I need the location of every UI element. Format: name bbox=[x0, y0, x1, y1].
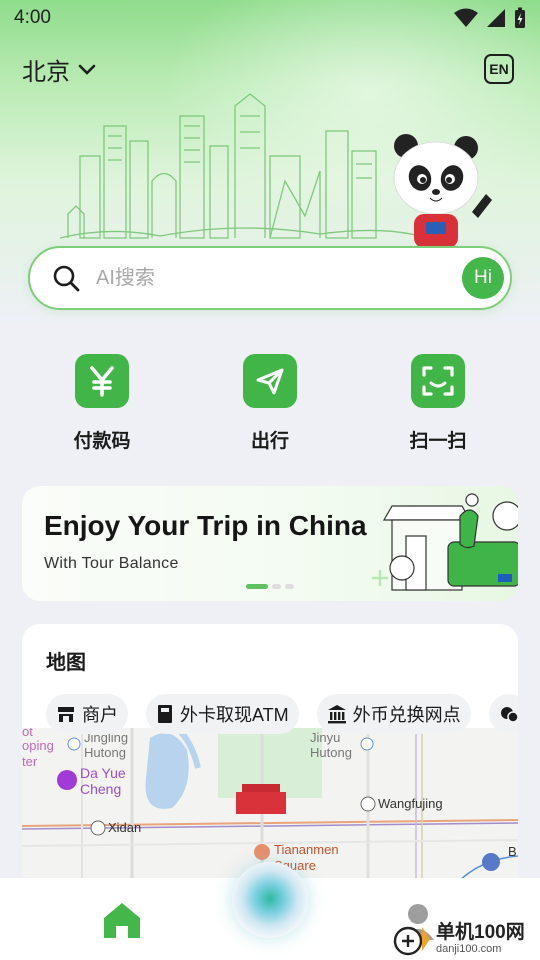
home-icon[interactable] bbox=[100, 900, 144, 940]
chip-atm[interactable]: 外卡取现ATM bbox=[146, 694, 299, 734]
atm-card-icon bbox=[158, 705, 172, 723]
watermark: 单机100网 danji100.com bbox=[392, 918, 540, 960]
coins-icon bbox=[500, 707, 518, 723]
scan-button[interactable]: 扫一扫 bbox=[404, 354, 472, 453]
ai-search-bar[interactable]: Hi bbox=[28, 246, 512, 310]
city-skyline-illustration bbox=[60, 93, 420, 239]
travel-button[interactable]: 出行 bbox=[236, 354, 304, 453]
payment-code-label: 付款码 bbox=[73, 431, 131, 452]
bank-icon bbox=[327, 705, 346, 724]
chip-merchants[interactable]: 商户 bbox=[46, 694, 128, 734]
watermark-logo bbox=[393, 926, 430, 956]
status-icons bbox=[454, 7, 526, 29]
chip-currency-exchange[interactable]: 外币兑换网点 bbox=[316, 694, 471, 734]
city-name: 北京 bbox=[22, 59, 70, 86]
map-card: 地图 Jingling Hutong ot oping ter Da Yue C… bbox=[22, 624, 518, 894]
map-label-jingling-hutong-2: Hutong bbox=[84, 745, 126, 760]
map-label-shopping-center-2: oping bbox=[22, 738, 54, 753]
chip-merchants-label: 商户 bbox=[82, 705, 118, 725]
status-time: 4:00 bbox=[14, 7, 51, 28]
banner-title: Enjoy Your Trip in China bbox=[44, 510, 367, 541]
city-selector[interactable]: 北京 bbox=[22, 52, 96, 87]
chevron-down-icon bbox=[78, 64, 96, 75]
banner-dot-active bbox=[246, 584, 268, 589]
travel-shop-illustration bbox=[372, 493, 518, 591]
signal-icon bbox=[487, 9, 505, 27]
chip-atm-label: 外卡取现ATM bbox=[180, 705, 289, 725]
chip-more[interactable] bbox=[488, 694, 518, 734]
panda-mascot-illustration bbox=[393, 134, 492, 248]
map-label-right-edge: B bbox=[508, 844, 517, 859]
map-label-xidan: Xidan bbox=[108, 820, 141, 835]
hi-label: Hi bbox=[474, 267, 492, 288]
paper-plane-icon bbox=[243, 354, 297, 408]
map-label-da-yue-cheng-1: Da Yue bbox=[80, 765, 126, 781]
watermark-sub-text: danji100.com bbox=[436, 943, 502, 955]
quick-actions: 付款码 出行 扫一扫 bbox=[0, 354, 540, 453]
watermark-main-text: 单机100网 bbox=[436, 922, 525, 943]
map-label-tiananmen-1: Tiananmen bbox=[274, 842, 339, 857]
map-label-shopping-center-3: ter bbox=[22, 754, 38, 769]
status-bar: 4:00 bbox=[0, 0, 540, 36]
banner-subtitle: With Tour Balance bbox=[44, 555, 179, 572]
map-label-wangfujing: Wangfujing bbox=[378, 796, 443, 811]
ai-assistant-orb-button[interactable] bbox=[232, 862, 308, 938]
ai-assistant-hi-button[interactable]: Hi bbox=[462, 257, 504, 299]
scan-icon bbox=[411, 354, 465, 408]
promo-banner[interactable]: Enjoy Your Trip in China With Tour Balan… bbox=[22, 486, 518, 601]
scan-label: 扫一扫 bbox=[409, 431, 467, 452]
map-label-jinyu-hutong-2: Hutong bbox=[310, 745, 352, 760]
yuan-icon bbox=[75, 354, 129, 408]
chip-currency-exchange-label: 外币兑换网点 bbox=[352, 705, 461, 725]
search-input[interactable] bbox=[96, 266, 462, 290]
banner-dot bbox=[285, 584, 294, 589]
wifi-icon bbox=[454, 8, 478, 27]
map-label-da-yue-cheng-2: Cheng bbox=[80, 781, 121, 797]
language-label: EN bbox=[489, 61, 509, 77]
banner-pagination bbox=[246, 584, 294, 589]
banner-dot bbox=[272, 584, 281, 589]
battery-icon bbox=[515, 7, 525, 28]
language-toggle-button[interactable]: EN bbox=[484, 54, 514, 84]
map-filter-chips: 商户 外卡取现ATM 外币兑换网点 bbox=[46, 694, 518, 734]
map-section-title: 地图 bbox=[46, 652, 86, 674]
travel-label: 出行 bbox=[250, 431, 289, 452]
search-icon bbox=[53, 265, 80, 292]
store-icon bbox=[58, 707, 74, 722]
payment-code-button[interactable]: 付款码 bbox=[68, 354, 136, 453]
